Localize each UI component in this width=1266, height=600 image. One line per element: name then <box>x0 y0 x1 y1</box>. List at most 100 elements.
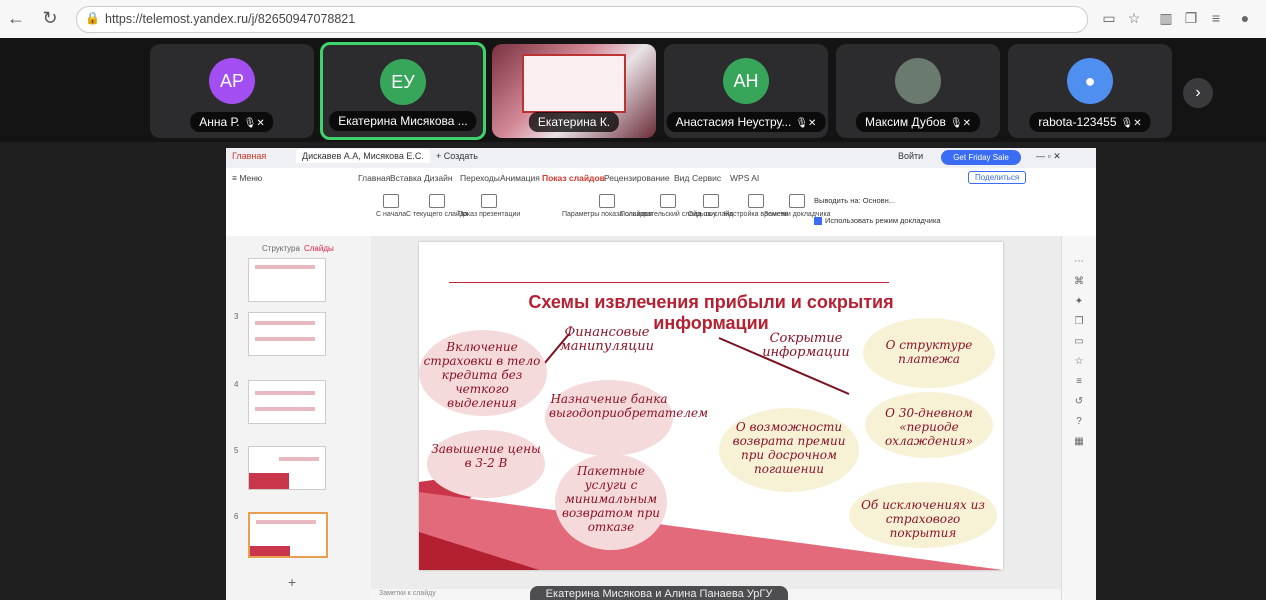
screen-share-stage: Главная Дискавев А.А, Мисякова Е.С. + Со… <box>0 142 1266 600</box>
notes-placeholder: Заметки к слайду <box>379 590 436 597</box>
screen-share-caption: Екатерина Мисякова и Алина Панаева УрГУ <box>530 586 788 600</box>
avatar: АР <box>209 58 255 104</box>
tab-document[interactable]: Дискавев А.А, Мисякова Е.С. <box>296 149 430 163</box>
presenter-mode-checkbox[interactable]: Использовать режим докладчика <box>814 216 941 226</box>
favorites-icon[interactable]: ≡ <box>1207 9 1225 27</box>
promo-button[interactable]: Get Friday Sale <box>941 150 1021 165</box>
copy-icon[interactable]: ❐ <box>1073 316 1085 328</box>
item-payment-structure: О структуре платежа <box>885 338 973 366</box>
slide-number: 5 <box>234 446 239 455</box>
sliders-icon[interactable]: ≡ <box>1073 376 1085 388</box>
url-text: https://telemost.yandex.ru/j/82650947078… <box>105 12 356 26</box>
profile-icon[interactable]: ● <box>1236 9 1254 27</box>
login-button[interactable]: Войти <box>898 151 923 161</box>
mic-off-icon: 🎙✕ <box>1120 118 1142 129</box>
wps-tab-bar: Главная Дискавев А.А, Мисякова Е.С. + Со… <box>226 148 1096 168</box>
window-controls[interactable]: — ▫ ✕ <box>1036 151 1061 162</box>
browser-toolbar: ← ↻ 🔒 https://telemost.yandex.ru/j/82650… <box>0 0 1266 39</box>
menu-button[interactable]: ≡ Меню <box>232 173 262 183</box>
avatar: ЕУ <box>380 59 426 105</box>
help-icon[interactable]: ? <box>1073 416 1085 428</box>
participant-tile[interactable]: АР Анна Р. 🎙✕ <box>150 44 314 138</box>
slide-thumbnail[interactable] <box>248 258 326 302</box>
participant-tile[interactable]: АН Анастасия Неустру... 🎙✕ <box>664 44 828 138</box>
new-tab-button[interactable]: + Создать <box>436 151 478 161</box>
menu-item[interactable]: Сервис <box>692 173 721 183</box>
slide-number: 4 <box>234 380 239 389</box>
right-tool-panel: ⋯ ⌘ ✦ ❐ ▭ ☆ ≡ ↺ ? ▦ <box>1061 236 1096 600</box>
participants-strip: АР Анна Р. 🎙✕ ЕУ Екатерина Мисякова ... Е… <box>0 38 1266 142</box>
participant-name: Екатерина Мисякова ... <box>329 111 477 131</box>
menu-item[interactable]: Переходы <box>460 173 500 183</box>
share-button[interactable]: Поделиться <box>968 171 1027 184</box>
menu-item[interactable]: Вставка <box>390 173 422 183</box>
frame-icon[interactable]: ▭ <box>1073 336 1085 348</box>
animation-icon[interactable]: ✦ <box>1073 296 1085 308</box>
reload-icon[interactable]: ↻ <box>40 8 60 28</box>
item-price-inflation: Завышение цены в 3-2 В <box>431 442 541 470</box>
item-cooling-period: О 30-дневном «периоде охлаждения» <box>884 406 974 448</box>
heading-financial-manipulations: Финансовые манипуляции <box>559 325 655 354</box>
mic-off-icon: 🎙✕ <box>949 118 972 129</box>
back-icon[interactable]: ← <box>6 8 26 28</box>
participant-tile-active[interactable]: ЕУ Екатерина Мисякова ... <box>320 42 486 140</box>
participant-name: Анна Р. 🎙✕ <box>190 112 274 132</box>
wps-presentation-window: Главная Дискавев А.А, Мисякова Е.С. + Со… <box>226 148 1096 600</box>
menu-item[interactable]: Рецензирование <box>604 173 670 183</box>
slide-thumbnails-panel: Структура Слайды 3 4 5 6 + <box>226 236 372 600</box>
participant-name: Максим Дубов 🎙✕ <box>855 112 981 132</box>
design-icon[interactable]: ⌘ <box>1073 276 1085 288</box>
avatar-photo <box>895 58 941 104</box>
thumbnail-tabs[interactable]: Структура Слайды <box>262 244 334 253</box>
participant-name: Анастасия Неустру... 🎙✕ <box>666 112 826 132</box>
item-coverage-exclusions: Об исключениях из страхового покрытия <box>861 498 985 540</box>
add-slide-button[interactable]: + <box>288 574 296 590</box>
checkbox-icon <box>814 217 822 226</box>
avatar: АН <box>723 58 769 104</box>
menu-item[interactable]: Дизайн <box>424 173 453 183</box>
mic-off-icon: 🎙✕ <box>243 118 265 129</box>
title-rule <box>449 282 889 283</box>
heading-information-hiding: Сокрытие информации <box>762 331 850 360</box>
current-slide: Схемы извлечения прибыли и сокрытия инфор… <box>419 242 1003 570</box>
menu-item[interactable]: Вид <box>674 173 689 183</box>
item-bundled-services: Пакетные услуги с минимальным возвратом … <box>561 464 661 534</box>
tools-icon[interactable]: ⋯ <box>1073 256 1085 268</box>
address-bar[interactable]: 🔒 https://telemost.yandex.ru/j/826509470… <box>76 6 1088 33</box>
slide-number: 3 <box>234 312 239 321</box>
wps-menu-bar: ≡ Меню Главная Вставка Дизайн Переходы А… <box>226 168 1096 189</box>
pip-icon[interactable]: ▭ <box>1100 9 1118 27</box>
item-bank-beneficiary: Назначение банка выгодоприобретателем <box>549 392 709 420</box>
star-icon[interactable]: ☆ <box>1125 9 1143 27</box>
participant-video-tile[interactable]: Екатерина К. <box>492 44 656 138</box>
grid-icon[interactable]: ▦ <box>1073 436 1085 448</box>
item-insurance-in-loan: Включение страховки в тело кредита без ч… <box>423 340 541 410</box>
chevron-right-icon[interactable]: › <box>1183 78 1213 108</box>
ribbon-toolbar: С начала С текущего слайда Показ презент… <box>226 188 1096 237</box>
participant-tile[interactable]: ● rabota-123455 🎙✕ <box>1008 44 1172 138</box>
slide-thumbnail[interactable] <box>248 380 326 424</box>
slide-thumbnail-selected[interactable] <box>248 512 328 558</box>
star-icon[interactable]: ☆ <box>1073 356 1085 368</box>
show-presentation-button[interactable]: Показ презентации <box>458 194 520 218</box>
slide-canvas: Схемы извлечения прибыли и сокрытия инфор… <box>371 236 1061 600</box>
participant-tile[interactable]: Максим Дубов 🎙✕ <box>836 44 1000 138</box>
mic-off-icon: 🎙✕ <box>795 118 817 129</box>
menu-item[interactable]: Анимация <box>500 173 540 183</box>
participant-name: Екатерина К. <box>528 112 620 132</box>
slide-thumbnail[interactable] <box>248 446 326 490</box>
from-start-button[interactable]: С начала <box>376 194 406 218</box>
output-select[interactable]: Выводить на: Основн... <box>814 196 895 205</box>
menu-item[interactable]: WPS AI <box>730 173 759 183</box>
lock-icon: 🔒 <box>85 11 100 25</box>
slide-thumbnail[interactable] <box>248 312 326 356</box>
menu-item[interactable]: Главная <box>358 173 390 183</box>
tab-home[interactable]: Главная <box>232 151 266 161</box>
participant-name: rabota-123455 🎙✕ <box>1029 112 1151 132</box>
history-icon[interactable]: ↺ <box>1073 396 1085 408</box>
user-icon: ● <box>1067 58 1113 104</box>
menu-item-active[interactable]: Показ слайдов <box>542 173 605 183</box>
sidebar-icon[interactable]: ▥ <box>1157 9 1175 27</box>
slide-number: 6 <box>234 512 239 521</box>
collections-icon[interactable]: ❐ <box>1182 9 1200 27</box>
